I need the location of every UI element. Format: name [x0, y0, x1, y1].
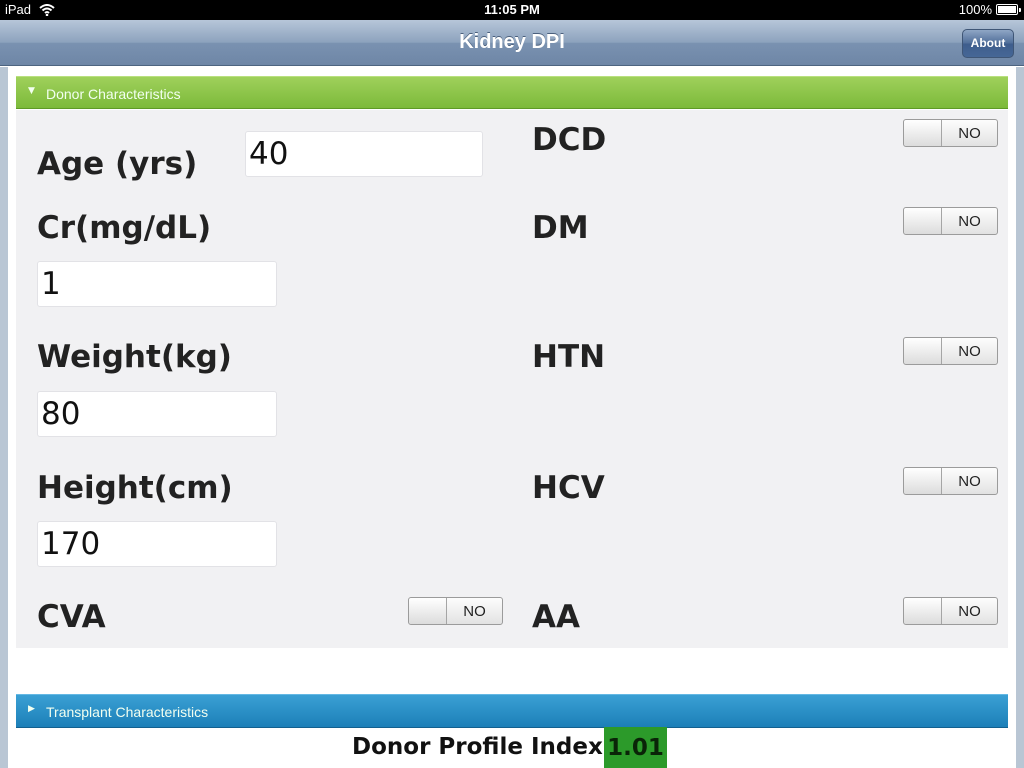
toggle-knob	[904, 468, 942, 494]
battery-percent: 100%	[958, 2, 992, 17]
section-header-transplant[interactable]: ▶ Transplant Characteristics	[16, 694, 1008, 728]
status-bar: iPad 11:05 PM 100%	[0, 0, 1024, 20]
age-label: Age (yrs)	[37, 146, 198, 182]
dcd-toggle[interactable]: NO	[903, 119, 998, 147]
dpi-label: Donor Profile Index	[352, 734, 603, 760]
dcd-label: DCD	[532, 122, 607, 158]
toggle-knob	[904, 208, 942, 234]
cr-input[interactable]	[37, 261, 277, 307]
donor-form	[16, 110, 1008, 648]
aa-label: AA	[532, 599, 580, 635]
battery-fill	[998, 6, 1016, 13]
height-label: Height(cm)	[37, 470, 233, 506]
height-input[interactable]	[37, 521, 277, 567]
battery-icon	[996, 4, 1021, 15]
weight-input[interactable]	[37, 391, 277, 437]
expand-right-icon: ▶	[28, 704, 35, 714]
hcv-toggle[interactable]: NO	[903, 467, 998, 495]
toggle-state: NO	[463, 603, 486, 620]
toggle-state: NO	[958, 473, 981, 490]
hcv-label: HCV	[532, 470, 605, 506]
toggle-state: NO	[958, 603, 981, 620]
page-title: Kidney DPI	[459, 31, 565, 53]
navigation-bar: Kidney DPI About	[0, 20, 1024, 66]
toggle-knob	[409, 598, 447, 624]
toggle-state: NO	[958, 343, 981, 360]
about-button[interactable]: About	[962, 29, 1014, 58]
cr-label: Cr(mg/dL)	[37, 210, 212, 246]
status-time: 11:05 PM	[484, 2, 540, 17]
age-input[interactable]	[245, 131, 483, 177]
expand-down-icon: ▼	[28, 86, 35, 96]
cva-label: CVA	[37, 599, 106, 635]
dpi-value: 1.01	[604, 727, 667, 768]
cva-toggle[interactable]: NO	[408, 597, 503, 625]
dm-toggle[interactable]: NO	[903, 207, 998, 235]
htn-label: HTN	[532, 339, 606, 375]
htn-toggle[interactable]: NO	[903, 337, 998, 365]
status-right: 100%	[958, 2, 1021, 17]
section-header-donor[interactable]: ▼ Donor Characteristics	[16, 76, 1008, 109]
toggle-state: NO	[958, 125, 981, 142]
section-title-donor: Donor Characteristics	[46, 86, 181, 102]
section-title-transplant: Transplant Characteristics	[46, 704, 209, 720]
weight-label: Weight(kg)	[37, 339, 232, 375]
toggle-knob	[904, 120, 942, 146]
toggle-state: NO	[958, 213, 981, 230]
aa-toggle[interactable]: NO	[903, 597, 998, 625]
dm-label: DM	[532, 210, 589, 246]
toggle-knob	[904, 338, 942, 364]
toggle-knob	[904, 598, 942, 624]
